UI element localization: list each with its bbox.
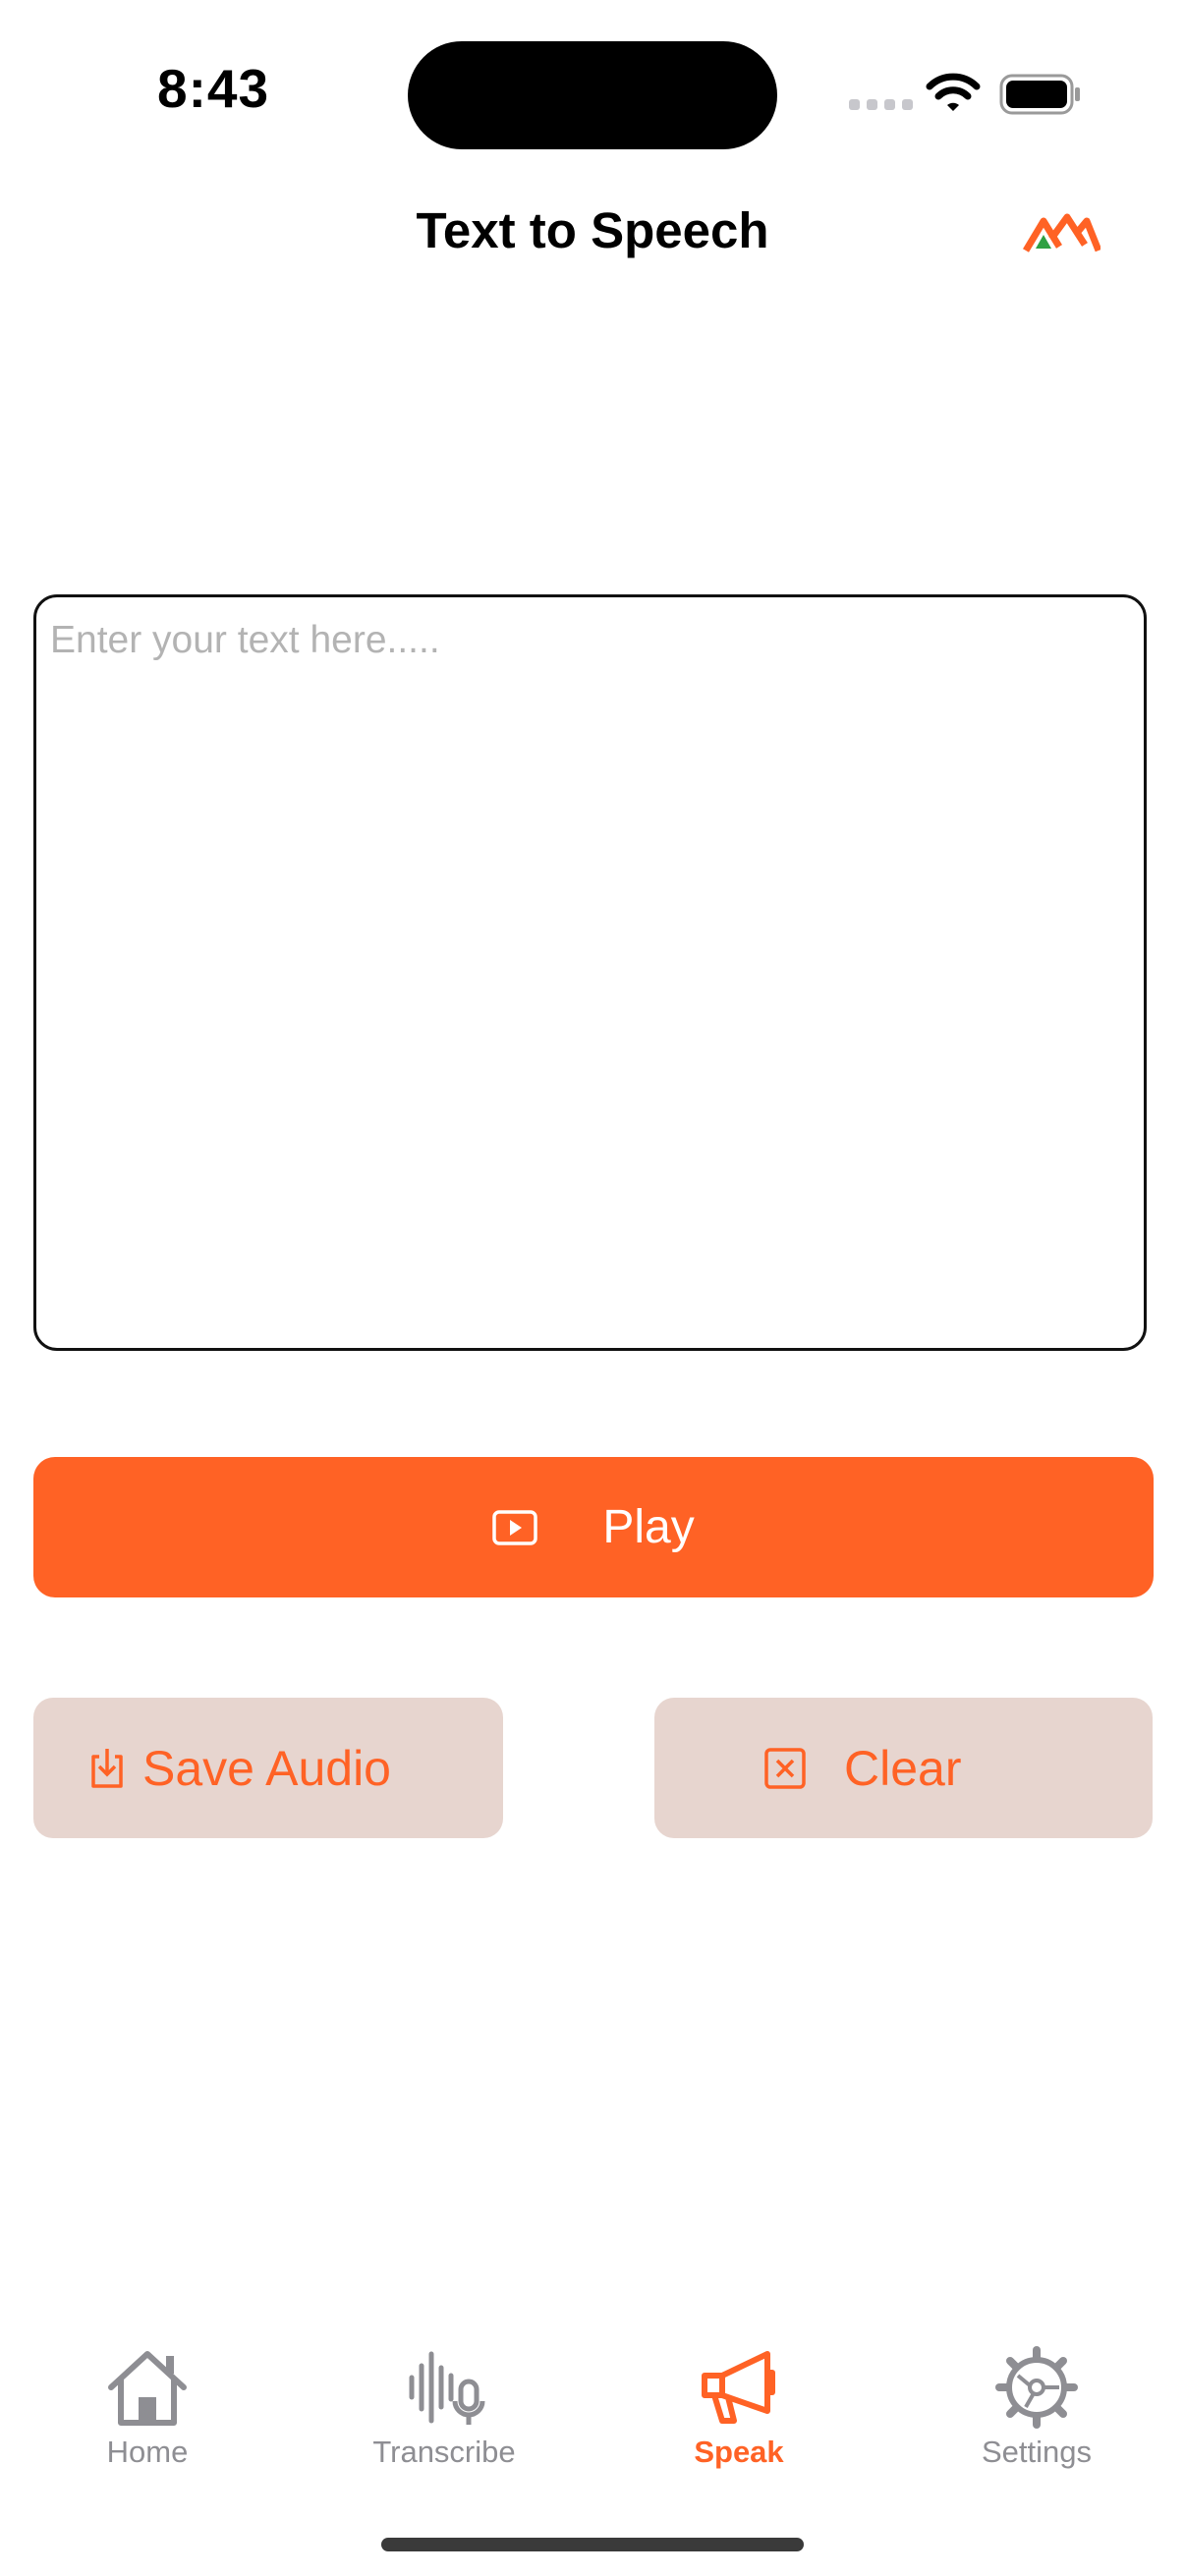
status-time: 8:43 [157,58,270,119]
tab-transcribe-label: Transcribe [372,2435,516,2469]
app-logo-icon [1022,213,1100,252]
clear-label: Clear [844,1740,962,1796]
wifi-icon [926,73,981,111]
gear-icon [995,2346,1078,2429]
tab-transcribe[interactable]: Transcribe [346,2346,542,2470]
battery-icon [999,74,1080,115]
tab-home-label: Home [106,2435,189,2469]
waveform-mic-icon [409,2351,485,2425]
home-indicator[interactable] [381,2538,804,2551]
save-audio-label: Save Audio [142,1740,391,1796]
play-button-label: Play [602,1501,695,1553]
tab-settings-label: Settings [981,2435,1092,2469]
tab-speak[interactable]: Speak [641,2346,837,2470]
x-square-icon [763,1747,807,1790]
tab-speak-label: Speak [694,2435,784,2469]
dynamic-island [408,41,777,149]
clear-button[interactable]: Clear [654,1698,1153,1838]
download-tray-icon [87,1747,127,1790]
megaphone-icon [702,2351,775,2424]
tab-home[interactable]: Home [49,2346,246,2470]
tab-settings[interactable]: Settings [938,2346,1135,2470]
cellular-signal-icon [849,99,913,110]
text-input[interactable] [33,594,1147,1351]
play-button[interactable]: Play [33,1457,1154,1597]
save-audio-button[interactable]: Save Audio [33,1698,503,1838]
play-rectangle-icon [492,1509,538,1545]
page-title: Text to Speech [416,202,769,258]
house-icon [108,2351,187,2426]
